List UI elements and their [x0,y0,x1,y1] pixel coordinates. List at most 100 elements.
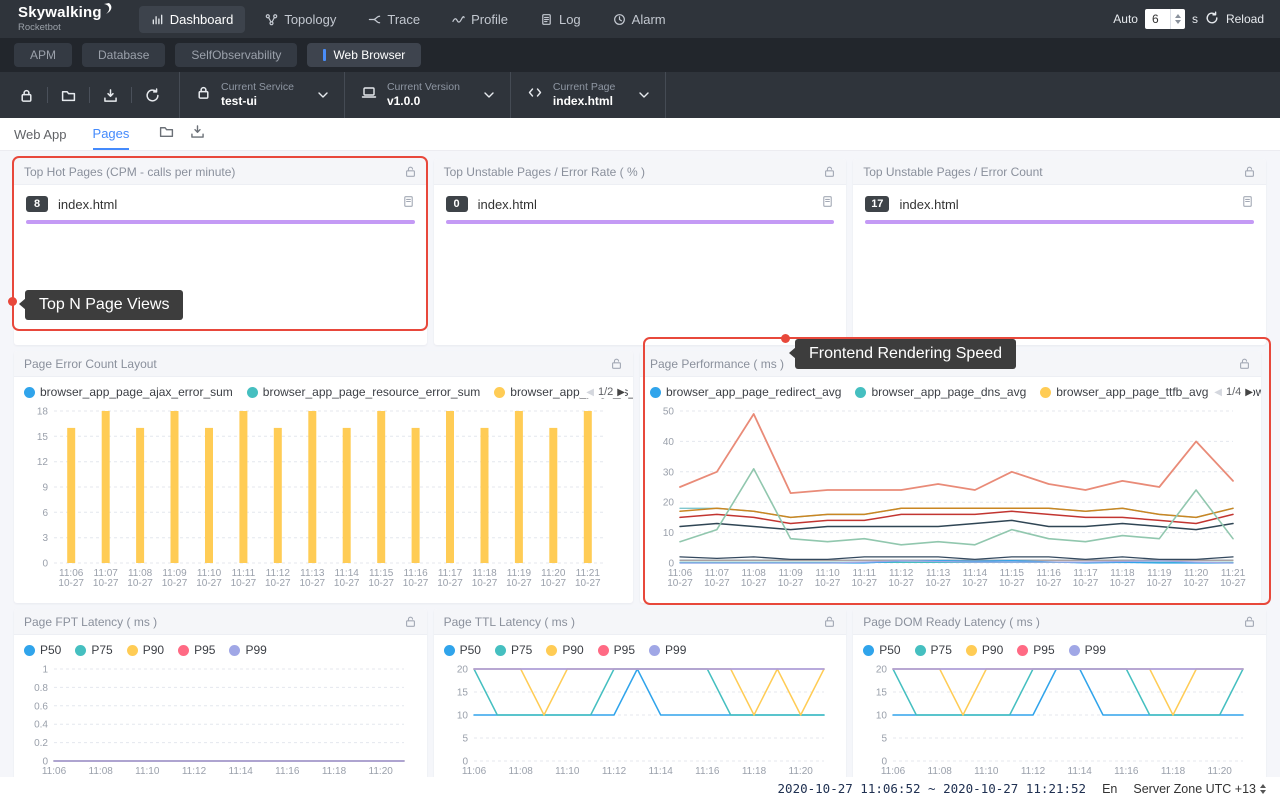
copy-icon[interactable] [821,195,834,213]
current-page-selector[interactable]: Current Page index.html [510,72,666,118]
legend-item[interactable]: P75 [75,643,112,657]
current-service-selector[interactable]: Current Service test-ui [179,72,344,118]
value-badge: 17 [865,196,889,212]
refresh-icon[interactable] [132,88,173,103]
nav-trace[interactable]: Trace [356,6,432,33]
selector-label: Current Version [387,81,460,94]
svg-text:11:1610-27: 11:1610-27 [403,568,429,589]
card-title: Top Unstable Pages / Error Rate ( % ) [444,165,824,179]
language-toggle[interactable]: En [1102,782,1117,796]
nav-topology[interactable]: Topology [253,6,348,33]
legend-item[interactable]: P99 [649,643,686,657]
reload-label[interactable]: Reload [1226,12,1264,26]
value-badge: 8 [26,196,48,212]
lock-icon[interactable] [404,615,417,628]
server-zone-control[interactable]: Server Zone UTC +13 [1133,782,1270,796]
reload-icon[interactable] [1205,11,1219,28]
app-root: Skywalking Rocketbot Dashboard Topology [0,0,1280,800]
logo-title: Skywalking [18,5,102,20]
legend-item[interactable]: browser_app_page_redirect_avg [650,385,841,399]
legend-item[interactable]: P90 [127,643,164,657]
svg-text:11:06: 11:06 [42,766,67,777]
topn-row[interactable]: 17 index.html [865,195,1254,213]
legend-item[interactable]: browser_app_page_ttfb_avg [1040,385,1208,399]
annotation-callout-performance: Frontend Rendering Speed [795,339,1016,369]
legend-item[interactable]: P99 [229,643,266,657]
card-title: Page Error Count Layout [24,357,610,371]
zone-stepper[interactable] [1256,784,1270,794]
nav-alarm[interactable]: Alarm [601,6,678,33]
time-range-picker[interactable]: 2020-10-27 11:06:52 ~ 2020-10-27 11:21:5… [778,781,1087,796]
lock-icon[interactable] [823,165,836,178]
topn-row[interactable]: 8 index.html [26,195,415,213]
svg-text:20: 20 [663,498,675,509]
tab-pages[interactable]: Pages [93,118,130,150]
card-title: Top Hot Pages (CPM - calls per minute) [24,165,404,179]
page-tabs: Web App Pages [0,118,1280,151]
bar-chart-page-error-count: 036912151811:0610-2711:0710-2711:0810-27… [24,403,623,591]
folder-icon[interactable] [159,124,174,144]
current-version-selector[interactable]: Current Version v1.0.0 [344,72,510,118]
svg-text:11:1510-27: 11:1510-27 [368,568,394,589]
svg-text:11:1810-27: 11:1810-27 [1110,568,1136,589]
skywalking-logo[interactable]: Skywalking Rocketbot [18,5,113,33]
lock-template-icon[interactable] [6,88,47,103]
legend-item[interactable]: P75 [915,643,952,657]
legend-item[interactable]: browser_app_page_resource_error_sum [247,385,480,399]
svg-text:15: 15 [37,432,49,443]
lock-icon[interactable] [1238,357,1251,370]
legend-item[interactable]: P90 [966,643,1003,657]
value-badge: 0 [446,196,468,212]
copy-icon[interactable] [402,195,415,213]
lock-icon[interactable] [404,165,417,178]
legend-item[interactable]: browser_app_page_ajax_error_sum [24,385,233,399]
lock-icon[interactable] [1243,165,1256,178]
lock-icon[interactable] [823,615,836,628]
legend-next-icon[interactable]: ▶ [1245,387,1253,398]
nav-label: Profile [471,12,508,27]
svg-text:1: 1 [42,665,48,676]
svg-text:11:20: 11:20 [1208,766,1233,777]
legend-prev-icon[interactable]: ◀ [1214,387,1222,398]
trace-icon [368,13,381,26]
legend-item[interactable]: P95 [178,643,215,657]
svg-text:11:12: 11:12 [1021,766,1046,777]
svg-text:11:14: 11:14 [1068,766,1093,777]
legend-item[interactable]: P90 [546,643,583,657]
group-web-browser[interactable]: Web Browser [307,43,421,67]
page-name: index.html [478,197,812,212]
interval-stepper[interactable] [1170,9,1185,29]
legend-next-icon[interactable]: ▶ [617,387,625,398]
folder-import-icon[interactable] [48,88,89,103]
nav-profile[interactable]: Profile [440,6,520,33]
group-apm[interactable]: APM [14,43,72,67]
nav-dashboard[interactable]: Dashboard [139,6,246,33]
auto-interval-input[interactable]: 6 [1145,9,1185,29]
svg-text:11:0710-27: 11:0710-27 [704,568,730,589]
nav-log[interactable]: Log [528,6,593,33]
svg-text:9: 9 [42,483,48,494]
legend-item[interactable]: P75 [495,643,532,657]
legend-item[interactable]: P50 [444,643,481,657]
copy-icon[interactable] [1241,195,1254,213]
legend-item[interactable]: browser_app_page_dns_avg [855,385,1026,399]
legend-item[interactable]: P95 [1017,643,1054,657]
svg-text:11:06: 11:06 [461,766,486,777]
group-database[interactable]: Database [82,43,165,67]
legend-item[interactable]: P95 [598,643,635,657]
tab-web-app[interactable]: Web App [14,118,67,150]
lock-icon[interactable] [610,357,623,370]
legend-item[interactable]: P99 [1069,643,1106,657]
svg-text:11:08: 11:08 [89,766,114,777]
legend-prev-icon[interactable]: ◀ [586,387,594,398]
topn-row[interactable]: 0 index.html [446,195,835,213]
line-chart-dom-ready-latency: 0510152011:0611:0811:1011:1211:1411:1611… [863,661,1255,779]
nav-label: Log [559,12,581,27]
card-top-unstable-error-rate: Top Unstable Pages / Error Rate ( % ) 0 … [434,159,847,345]
export-download-icon[interactable] [90,88,131,103]
lock-icon[interactable] [1243,615,1256,628]
download-icon[interactable] [190,124,205,144]
legend-item[interactable]: P50 [24,643,61,657]
legend-item[interactable]: P50 [863,643,900,657]
group-selfobservability[interactable]: SelfObservability [175,43,297,67]
